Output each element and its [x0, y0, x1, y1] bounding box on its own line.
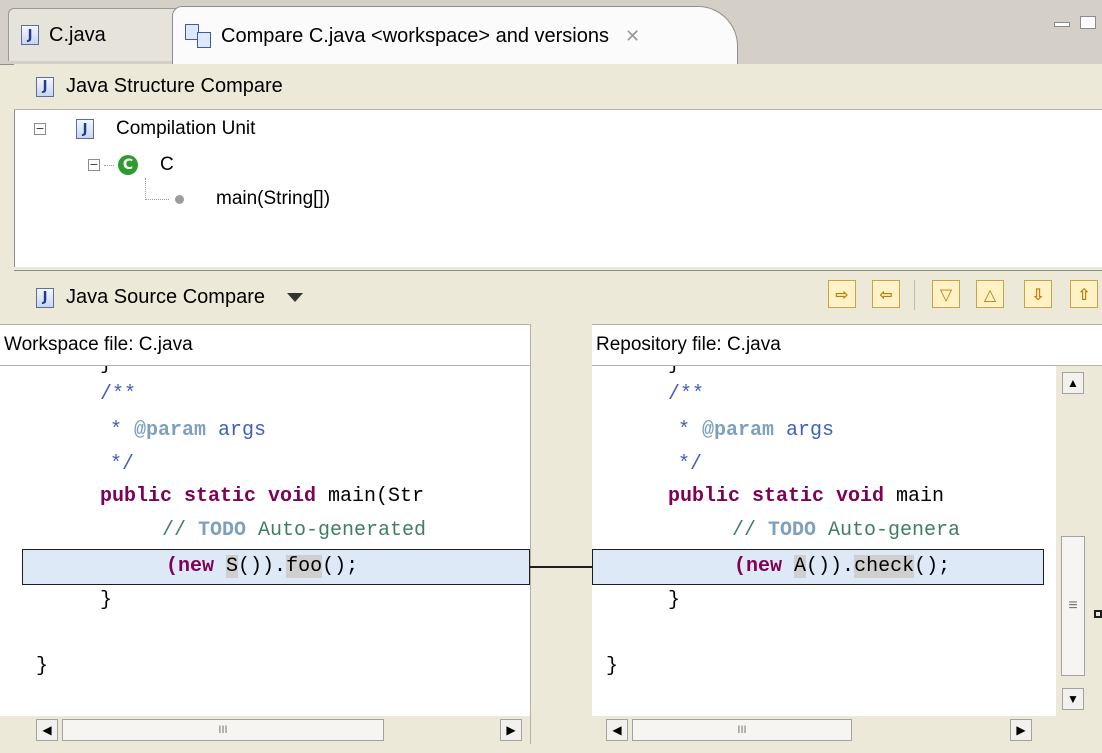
java-file-icon: J: [36, 287, 54, 308]
tab-c-java[interactable]: J C.java: [8, 8, 184, 61]
collapse-toggle-icon[interactable]: −: [88, 159, 100, 171]
tree-connector: [145, 198, 169, 200]
java-file-icon: J: [21, 25, 39, 45]
code-line: public static void main(Str: [100, 485, 425, 508]
java-file-icon: J: [36, 76, 54, 97]
tree-item-label: C: [160, 154, 174, 175]
previous-change-icon[interactable]: ⇧: [1070, 280, 1098, 308]
scroll-down-icon[interactable]: ▼: [1062, 688, 1084, 710]
code-line: }: [668, 589, 681, 612]
tree-item-compilation-unit[interactable]: − J Compilation Unit: [34, 118, 255, 140]
tab-label: C.java: [49, 23, 106, 46]
scroll-right-icon[interactable]: ▶: [1010, 719, 1032, 741]
horizontal-scroll-thumb[interactable]: III: [632, 719, 852, 741]
chevron-down-icon[interactable]: [286, 293, 303, 302]
structure-compare-title: Java Structure Compare: [66, 75, 283, 97]
code-line: // TODO Auto-genera: [732, 519, 961, 542]
right-file-title: Repository file: C.java: [596, 334, 781, 355]
tree-item-label: main(String[]): [216, 188, 331, 209]
next-difference-icon[interactable]: ▽: [932, 280, 960, 308]
code-line: /**: [100, 383, 137, 406]
horizontal-scroll-thumb[interactable]: III: [62, 719, 384, 741]
scroll-right-icon[interactable]: ▶: [500, 719, 522, 741]
tree-connector: [104, 164, 114, 166]
diff-connector-line: [530, 566, 592, 568]
tree-item-label: Compilation Unit: [116, 118, 256, 139]
code-line: }: [36, 655, 49, 678]
code-line-changed: (new S()).foo();: [166, 555, 359, 578]
tree-item-main[interactable]: main(String[]): [145, 188, 330, 210]
compare-icon: [185, 24, 211, 48]
close-icon[interactable]: ✕: [625, 26, 640, 47]
tab-label: Compare C.java <workspace> and versions: [221, 24, 609, 47]
code-line: */: [110, 453, 135, 476]
left-file-header: Workspace file: C.java: [0, 324, 530, 366]
code-line-changed: (new A()).check();: [734, 555, 951, 578]
structure-compare-header: J Java Structure Compare: [14, 64, 1102, 110]
copy-right-to-left-icon[interactable]: ⇦: [872, 280, 900, 308]
center-diff-gutter: [530, 324, 594, 744]
left-file-title: Workspace file: C.java: [4, 334, 193, 355]
source-compare-title: Java Source Compare: [66, 286, 265, 308]
editor-tab-bar: J C.java Compare C.java <workspace> and …: [0, 0, 1102, 65]
class-icon: C: [118, 155, 138, 175]
code-line: public static void main: [668, 485, 945, 508]
right-editor[interactable]: } /** * @param args */ public static voi…: [592, 366, 1056, 716]
method-icon: [175, 194, 184, 204]
scroll-left-icon[interactable]: ◀: [36, 719, 58, 741]
maximize-icon[interactable]: [1080, 16, 1096, 29]
tab-compare[interactable]: Compare C.java <workspace> and versions …: [172, 6, 738, 65]
code-line: * @param args: [110, 419, 267, 442]
minimize-icon[interactable]: [1054, 22, 1070, 27]
code-line: * @param args: [678, 419, 835, 442]
overview-diff-marker[interactable]: [1094, 610, 1102, 618]
copy-left-to-right-icon[interactable]: ⇨: [828, 280, 856, 308]
code-line: // TODO Auto-generated: [162, 519, 427, 542]
right-file-header: Repository file: C.java: [592, 324, 1102, 366]
overview-ruler: [1090, 366, 1102, 746]
scroll-up-icon[interactable]: ▲: [1062, 372, 1084, 394]
java-file-icon: J: [76, 119, 94, 139]
toolbar-separator: [914, 280, 915, 310]
vertical-scroll-thumb[interactable]: ≡: [1061, 536, 1085, 676]
previous-difference-icon[interactable]: △: [976, 280, 1004, 308]
next-change-icon[interactable]: ⇩: [1024, 280, 1052, 308]
code-line: */: [678, 453, 703, 476]
vertical-scrollbar[interactable]: ▲ ≡ ▼: [1056, 366, 1090, 716]
left-editor[interactable]: } /** * @param args */ public static voi…: [0, 366, 530, 716]
code-line: /**: [668, 383, 705, 406]
scroll-left-icon[interactable]: ◀: [606, 719, 628, 741]
window-controls: [1054, 16, 1096, 29]
code-line: }: [100, 589, 113, 612]
right-horizontal-scrollbar[interactable]: ◀ III ▶: [592, 716, 1056, 744]
code-line: }: [606, 655, 619, 678]
left-horizontal-scrollbar[interactable]: ◀ III ▶: [22, 716, 530, 744]
collapse-toggle-icon[interactable]: −: [34, 123, 46, 135]
tree-item-class-c[interactable]: − C C: [88, 154, 174, 176]
